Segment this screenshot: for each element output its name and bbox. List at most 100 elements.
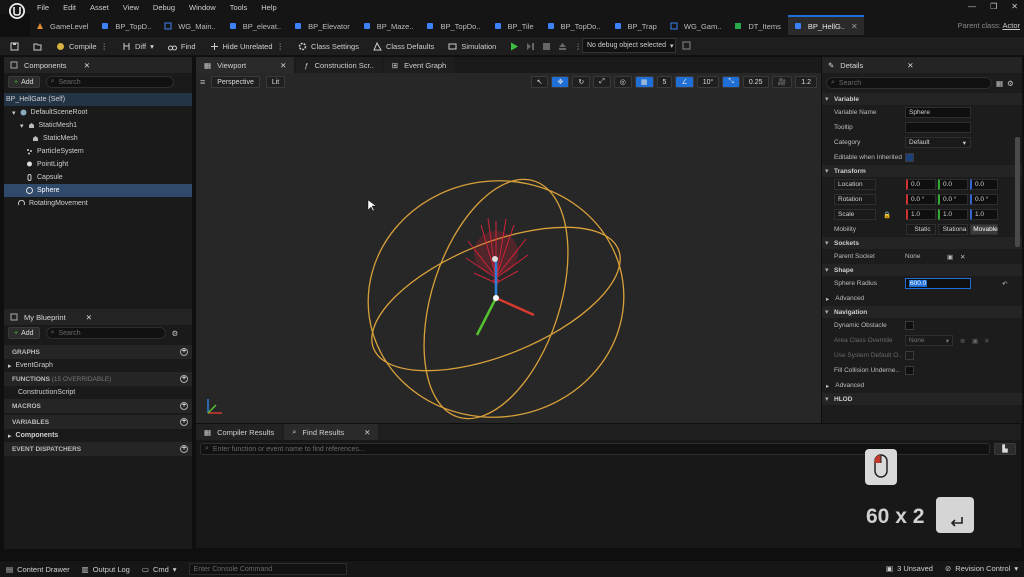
rotation-x-input[interactable]: 0.0 °	[906, 194, 936, 205]
tab-compiler-results[interactable]: ▦ Compiler Results	[196, 424, 283, 440]
tooltip-input[interactable]	[905, 122, 971, 133]
details-tab[interactable]: ✎ Details ✕	[822, 57, 1022, 73]
close-tab-icon[interactable]: ✕	[851, 22, 858, 31]
more-options-icon[interactable]: ⋮	[574, 42, 582, 51]
menu-file[interactable]: File	[37, 3, 49, 12]
functions-section[interactable]: FUNCTIONS (15 OVERRIDABLE) +	[4, 372, 192, 386]
dynamic-obstacle-checkbox[interactable]	[905, 321, 914, 330]
tab-bp-elevator[interactable]: BP_Elevator	[288, 15, 356, 35]
tab-gamelevel[interactable]: GameLevel	[30, 15, 94, 35]
location-z-input[interactable]: 0.0	[970, 179, 998, 190]
debug-object-select[interactable]: No debug object selected ▾	[582, 38, 676, 53]
section-variable[interactable]: Variable	[822, 93, 1022, 105]
section-navigation[interactable]: Navigation	[822, 306, 1022, 318]
unsaved-button[interactable]: ▣ 3 Unsaved	[886, 564, 933, 573]
class-settings-button[interactable]: Class Settings	[298, 42, 359, 51]
tab-viewport[interactable]: ▦ Viewport ✕	[196, 57, 295, 73]
tab-event-graph[interactable]: ⊞ Event Graph	[383, 57, 455, 73]
tree-item-sphere[interactable]: Sphere	[4, 184, 192, 197]
tab-bp-trap[interactable]: BP_Trap	[608, 15, 663, 35]
parent-class-link[interactable]: Actor	[1002, 21, 1020, 30]
close-icon[interactable]: ✕	[364, 428, 370, 437]
components-category[interactable]: ▸ Components	[4, 429, 192, 442]
menu-edit[interactable]: Edit	[63, 3, 76, 12]
tab-bp-hellgate[interactable]: BP_HellG.. ✕	[787, 15, 864, 35]
clear-icon[interactable]: ✕	[960, 253, 965, 261]
save-button[interactable]	[10, 42, 19, 51]
browse-button[interactable]	[33, 42, 42, 51]
scale-dropdown[interactable]: Scale	[834, 209, 876, 220]
tree-item-particlesystem[interactable]: ParticleSystem	[4, 145, 192, 158]
tab-bp-topdo-1[interactable]: BP_TopDo..	[420, 15, 486, 35]
event-dispatchers-section[interactable]: EVENT DISPATCHERS +	[4, 442, 192, 456]
tab-bp-elevat[interactable]: BP_elevat..	[223, 15, 287, 35]
details-search-input[interactable]: ⌕ Search	[826, 77, 992, 89]
editable-inherited-checkbox[interactable]	[905, 153, 914, 162]
scale-y-input[interactable]: 1.0	[938, 209, 968, 220]
stop-icon[interactable]	[542, 42, 551, 51]
construction-script-item[interactable]: ConstructionScript	[4, 386, 192, 399]
play-icon[interactable]	[510, 42, 519, 51]
section-shape[interactable]: Shape	[822, 264, 1022, 276]
location-y-input[interactable]: 0.0	[938, 179, 968, 190]
output-log-button[interactable]: ▥ Output Log	[82, 565, 130, 574]
fill-collision-checkbox[interactable]	[905, 366, 914, 375]
tab-bp-tile[interactable]: BP_Tile	[488, 15, 540, 35]
rotation-dropdown[interactable]: Rotation	[834, 194, 876, 205]
grid-view-icon[interactable]: ▦	[996, 79, 1003, 88]
mobility-movable-button[interactable]: Movable	[970, 224, 998, 235]
location-dropdown[interactable]: Location	[834, 179, 876, 190]
add-component-button[interactable]: + Add	[8, 76, 40, 88]
gear-icon[interactable]: ⚙	[1007, 79, 1014, 88]
menu-tools[interactable]: Tools	[230, 3, 248, 12]
details-scrollbar[interactable]	[1015, 137, 1020, 247]
diff-button[interactable]: Diff ▾	[122, 42, 154, 51]
scale-z-input[interactable]: 1.0	[970, 209, 998, 220]
rotation-y-input[interactable]: 0.0 °	[938, 194, 968, 205]
menu-asset[interactable]: Asset	[90, 3, 109, 12]
macros-section[interactable]: MACROS +	[4, 399, 192, 413]
cmd-select[interactable]: ▭ Cmd ▾	[142, 565, 177, 574]
class-defaults-button[interactable]: Class Defaults	[373, 41, 434, 51]
close-icon[interactable]: ✕	[907, 61, 913, 70]
add-macro-icon[interactable]: +	[180, 402, 188, 410]
hide-unrelated-button[interactable]: Hide Unrelated ⋮	[210, 42, 285, 51]
debug-filter-icon[interactable]	[682, 41, 691, 50]
find-button[interactable]: Find	[167, 42, 196, 51]
find-in-all-blueprints-icon[interactable]: ▙	[994, 443, 1016, 455]
section-sockets[interactable]: Sockets	[822, 237, 1022, 249]
area-class-select[interactable]: None ▾	[905, 335, 953, 346]
menu-window[interactable]: Window	[189, 3, 216, 12]
variable-name-input[interactable]: Sphere	[905, 107, 971, 118]
reset-icon[interactable]: ↶	[1002, 280, 1007, 288]
close-icon[interactable]: ✕	[86, 313, 92, 322]
tree-item-defaultsceneroot[interactable]: ▾ DefaultSceneRoot	[4, 106, 192, 119]
row-nav-advanced[interactable]: ▸ Advanced	[822, 378, 1022, 393]
tab-bp-topd[interactable]: BP_TopD..	[95, 15, 157, 35]
section-transform[interactable]: Transform	[822, 165, 1022, 177]
more-options-icon[interactable]: ⋮	[277, 42, 285, 51]
more-options-icon[interactable]: ⋮	[101, 42, 109, 51]
my-blueprint-search-input[interactable]: ⌕ Search	[45, 327, 166, 339]
tab-construction-script[interactable]: ƒ Construction Scr..	[296, 57, 382, 73]
tab-wg-main[interactable]: WG_Main..	[158, 15, 222, 35]
event-graph-item[interactable]: ▸ EventGraph	[4, 359, 192, 372]
console-command-input[interactable]: Enter Console Command	[188, 563, 347, 575]
step-icon[interactable]	[526, 42, 535, 51]
unreal-logo-icon[interactable]	[8, 2, 26, 32]
section-hlod[interactable]: HLOD	[822, 393, 1022, 405]
add-function-icon[interactable]: +	[180, 375, 188, 383]
add-variable-icon[interactable]: +	[180, 418, 188, 426]
tab-wg-gam[interactable]: WG_Gam..	[664, 15, 728, 35]
tree-item-staticmesh[interactable]: StaticMesh	[4, 132, 192, 145]
tab-dt-items[interactable]: DT_Items	[728, 15, 787, 35]
menu-debug[interactable]: Debug	[153, 3, 175, 12]
sphere-radius-input[interactable]: 600.0	[905, 278, 971, 289]
tree-item-rotatingmovement[interactable]: RotatingMovement	[4, 197, 192, 210]
close-icon[interactable]: ✕	[84, 61, 90, 70]
row-shape-advanced[interactable]: ▸ Advanced	[822, 291, 1022, 306]
scale-x-input[interactable]: 1.0	[906, 209, 936, 220]
simulation-button[interactable]: Simulation	[448, 42, 496, 51]
browse-icon[interactable]: ▣	[972, 337, 978, 345]
tree-item-pointlight[interactable]: PointLight	[4, 158, 192, 171]
